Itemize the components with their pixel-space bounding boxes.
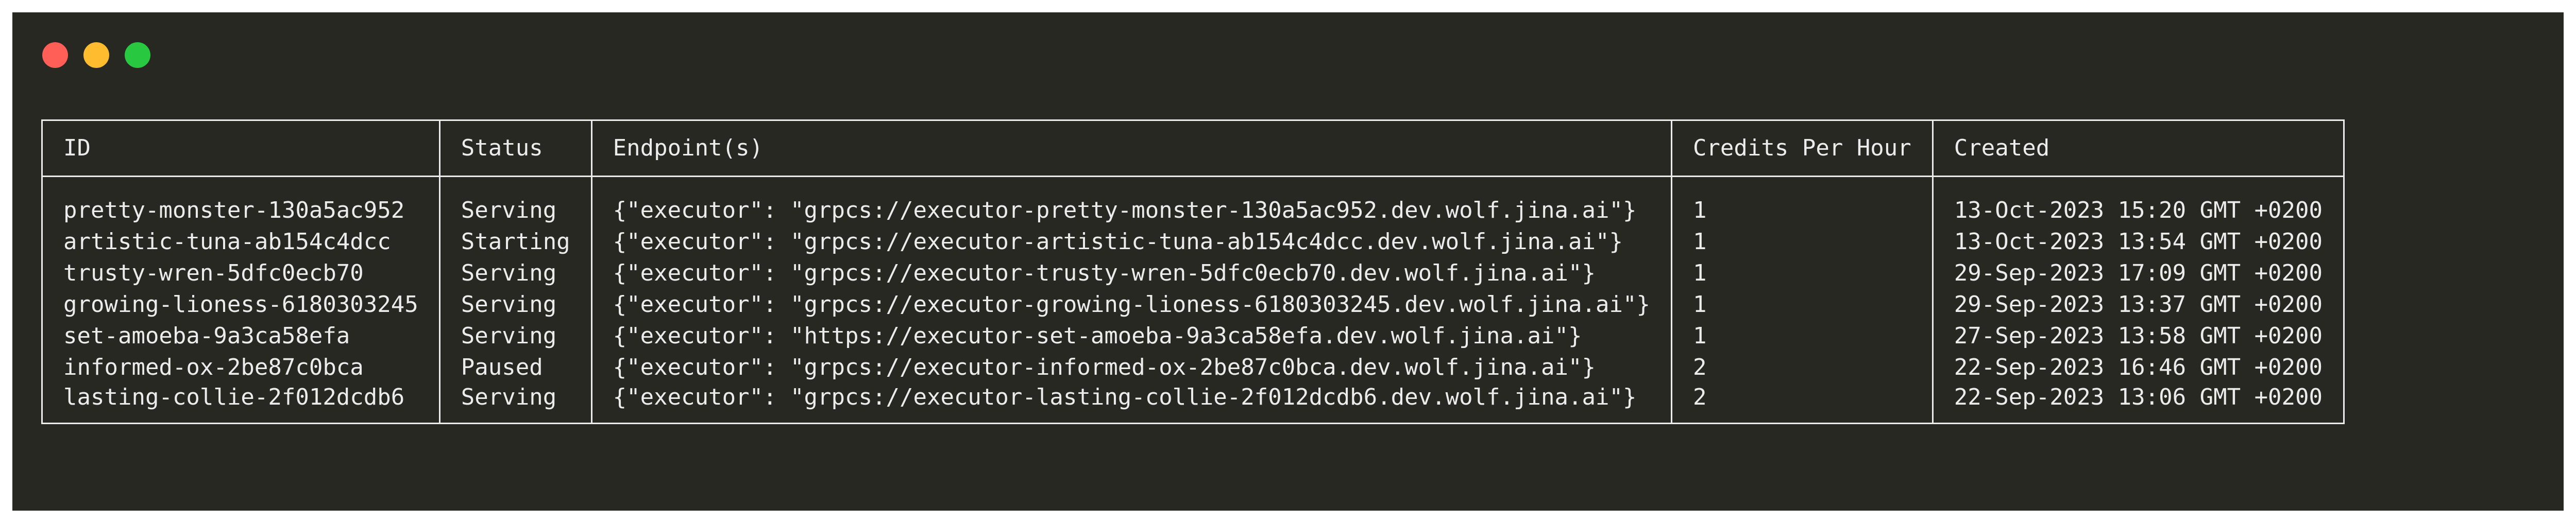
table-row: set-amoeba-9a3ca58efa Serving {"executor… <box>41 320 2345 352</box>
table-row: trusty-wren-5dfc0ecb70 Serving {"executo… <box>41 257 2345 289</box>
cell-id: artistic-tuna-ab154c4dcc <box>41 226 440 257</box>
cell-credits: 2 <box>1670 383 1934 411</box>
table-row: lasting-collie-2f012dcdb6 Serving {"exec… <box>41 383 2345 411</box>
trailer-cell <box>1931 411 2345 424</box>
spacer-cell <box>1670 176 1934 195</box>
trailer-cell <box>41 411 440 424</box>
column-header-id: ID <box>41 119 440 177</box>
trailer-cell <box>590 411 1672 424</box>
cell-credits: 1 <box>1670 289 1934 320</box>
cell-created: 13-Oct-2023 13:54 GMT +0200 <box>1931 226 2345 257</box>
column-header-credits-per-hour: Credits Per Hour <box>1670 119 1934 177</box>
spacer-cell <box>438 176 592 195</box>
cell-endpoint: {"executor": "grpcs://executor-artistic-… <box>590 226 1672 257</box>
cell-credits: 1 <box>1670 226 1934 257</box>
cell-created: 29-Sep-2023 17:09 GMT +0200 <box>1931 257 2345 289</box>
spacer-cell <box>1931 176 2345 195</box>
table-row: pretty-monster-130a5ac952 Serving {"exec… <box>41 195 2345 226</box>
cell-created: 22-Sep-2023 16:46 GMT +0200 <box>1931 352 2345 383</box>
cell-credits: 2 <box>1670 352 1934 383</box>
column-header-status: Status <box>438 119 592 177</box>
table-row: artistic-tuna-ab154c4dcc Starting {"exec… <box>41 226 2345 257</box>
table-header-row: ID Status Endpoint(s) Credits Per Hour C… <box>41 119 2345 177</box>
cell-status: Paused <box>438 352 592 383</box>
spacer-cell <box>590 176 1672 195</box>
cell-id: trusty-wren-5dfc0ecb70 <box>41 257 440 289</box>
cell-endpoint: {"executor": "https://executor-set-amoeb… <box>590 320 1672 352</box>
minimize-window-icon[interactable] <box>83 42 109 68</box>
cell-id: growing-lioness-6180303245 <box>41 289 440 320</box>
cell-id: pretty-monster-130a5ac952 <box>41 195 440 226</box>
cell-status: Serving <box>438 257 592 289</box>
trailer-cell <box>438 411 592 424</box>
cell-endpoint: {"executor": "grpcs://executor-lasting-c… <box>590 383 1672 411</box>
deployments-table: ID Status Endpoint(s) Credits Per Hour C… <box>41 119 2345 424</box>
cell-created: 29-Sep-2023 13:37 GMT +0200 <box>1931 289 2345 320</box>
cell-endpoint: {"executor": "grpcs://executor-pretty-mo… <box>590 195 1672 226</box>
spacer-cell <box>41 176 440 195</box>
cell-status: Starting <box>438 226 592 257</box>
cell-credits: 1 <box>1670 195 1934 226</box>
table-row: growing-lioness-6180303245 Serving {"exe… <box>41 289 2345 320</box>
deployments-table-wrapper: ID Status Endpoint(s) Credits Per Hour C… <box>41 119 2345 424</box>
table-row: informed-ox-2be87c0bca Paused {"executor… <box>41 352 2345 383</box>
maximize-window-icon[interactable] <box>125 42 150 68</box>
cell-endpoint: {"executor": "grpcs://executor-informed-… <box>590 352 1672 383</box>
cell-endpoint: {"executor": "grpcs://executor-growing-l… <box>590 289 1672 320</box>
table-spacer-row <box>41 176 2345 195</box>
cell-created: 27-Sep-2023 13:58 GMT +0200 <box>1931 320 2345 352</box>
cell-status: Serving <box>438 289 592 320</box>
cell-endpoint: {"executor": "grpcs://executor-trusty-wr… <box>590 257 1672 289</box>
trailer-cell <box>1670 411 1934 424</box>
cell-id: informed-ox-2be87c0bca <box>41 352 440 383</box>
cell-status: Serving <box>438 383 592 411</box>
column-header-endpoints: Endpoint(s) <box>590 119 1672 177</box>
cell-status: Serving <box>438 195 592 226</box>
cell-credits: 1 <box>1670 257 1934 289</box>
cell-id: set-amoeba-9a3ca58efa <box>41 320 440 352</box>
table-bottom-border-row <box>41 411 2345 424</box>
cell-created: 13-Oct-2023 15:20 GMT +0200 <box>1931 195 2345 226</box>
cell-status: Serving <box>438 320 592 352</box>
cell-credits: 1 <box>1670 320 1934 352</box>
column-header-created: Created <box>1931 119 2345 177</box>
close-window-icon[interactable] <box>42 42 68 68</box>
cell-created: 22-Sep-2023 13:06 GMT +0200 <box>1931 383 2345 411</box>
cell-id: lasting-collie-2f012dcdb6 <box>41 383 440 411</box>
